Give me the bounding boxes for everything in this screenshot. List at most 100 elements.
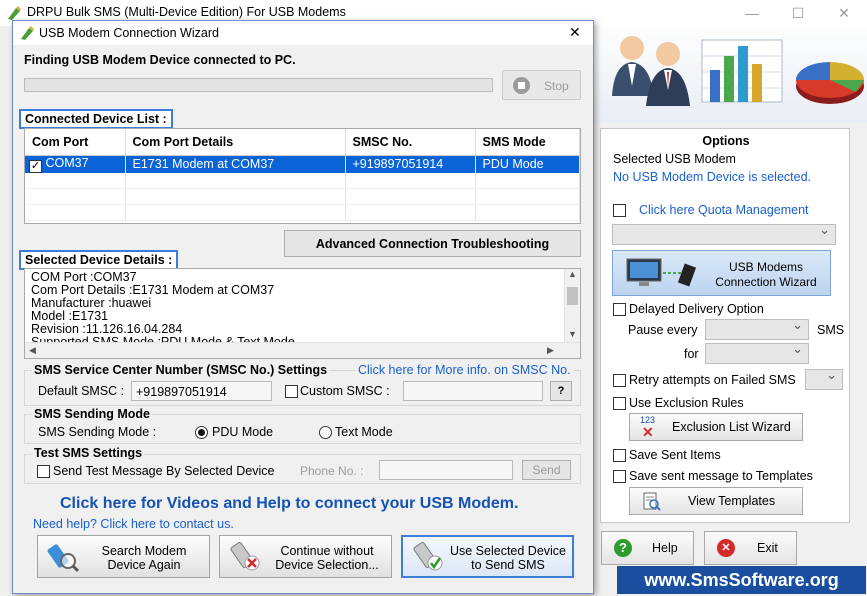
- modem-select-dropdown[interactable]: [612, 222, 836, 245]
- cell-smsc: +919897051914: [345, 155, 476, 173]
- save-templates-label: Save sent message to Templates: [629, 469, 813, 483]
- col-sms-mode[interactable]: SMS Mode: [475, 129, 580, 156]
- continue-without-icon: [228, 541, 262, 576]
- custom-smsc-label: Custom SMSC :: [300, 384, 390, 398]
- save-templates-checkbox[interactable]: [613, 470, 626, 483]
- stop-icon: [513, 77, 530, 94]
- delayed-delivery-checkbox[interactable]: [613, 303, 626, 316]
- row-checkbox[interactable]: ✓: [29, 159, 42, 173]
- text-mode-label: Text Mode: [335, 425, 393, 439]
- smsc-group-label: SMS Service Center Number (SMSC No.) Set…: [32, 363, 330, 377]
- pause-every-label: Pause every: [628, 323, 698, 337]
- col-smsc-no[interactable]: SMSC No.: [345, 129, 476, 156]
- help-icon: ?: [614, 539, 632, 557]
- text-mode-radio[interactable]: [319, 426, 332, 439]
- main-window-title: DRPU Bulk SMS (Multi-Device Edition) For…: [27, 5, 346, 19]
- details-vertical-scrollbar[interactable]: ▲ ▼: [564, 269, 580, 343]
- stop-label: Stop: [544, 79, 569, 93]
- usb-wizard-line1: USB Modems: [728, 260, 804, 274]
- device-details-box: COM Port :COM37 Com Port Details :E1731 …: [24, 268, 581, 359]
- app-icon: [6, 5, 22, 21]
- send-test-label: Send Test Message By Selected Device: [53, 464, 275, 478]
- sending-mode-group-label: SMS Sending Mode: [32, 407, 152, 421]
- cell-sms-mode: PDU Mode: [475, 155, 580, 173]
- pdu-mode-radio[interactable]: [195, 426, 208, 439]
- usb-wizard-line2: Connection Wizard: [715, 275, 817, 289]
- detail-line: Manufacturer :huawei: [31, 296, 152, 310]
- exclusion-list-wizard-button[interactable]: 123 ✕ Exclusion List Wizard: [629, 413, 803, 441]
- close-button[interactable]: ✕: [821, 0, 867, 26]
- smsc-info-link[interactable]: Click here for More info. on SMSC No.: [356, 363, 573, 377]
- templates-icon: [642, 492, 662, 515]
- usb-modems-wizard-button[interactable]: USB Modems Connection Wizard: [612, 250, 831, 296]
- use-device-line1: Use Selected Device: [449, 544, 567, 558]
- search-modem-icon: [46, 541, 80, 576]
- search-modem-line2: Device Again: [107, 558, 181, 572]
- videos-help-link[interactable]: Click here for Videos and Help to connec…: [60, 495, 518, 513]
- continue-without-line2: Device Selection...: [275, 558, 379, 572]
- website-banner[interactable]: www.SmsSoftware.org: [617, 566, 866, 594]
- smsc-help-button[interactable]: ?: [550, 381, 572, 401]
- search-modem-button[interactable]: Search Modem Device Again: [37, 535, 210, 578]
- wizard-title: USB Modem Connection Wizard: [39, 26, 219, 40]
- wizard-title-bar: USB Modem Connection Wizard ✕: [13, 21, 593, 45]
- default-smsc-field[interactable]: +919897051914: [131, 381, 272, 401]
- pdu-mode-label: PDU Mode: [212, 425, 274, 439]
- phone-no-field[interactable]: [379, 460, 513, 480]
- retry-label: Retry attempts on Failed SMS: [629, 373, 796, 387]
- col-com-port-details[interactable]: Com Port Details: [125, 129, 346, 156]
- quota-checkbox[interactable]: [613, 204, 626, 217]
- exclusion-checkbox[interactable]: [613, 397, 626, 410]
- use-selected-device-button[interactable]: Use Selected Device to Send SMS: [401, 535, 574, 578]
- usb-modem-icon: [625, 257, 705, 292]
- test-sms-group-label: Test SMS Settings: [32, 446, 145, 460]
- cell-com-port: COM37: [45, 155, 89, 170]
- send-test-checkbox[interactable]: [37, 465, 50, 478]
- exit-icon: ✕: [717, 539, 735, 557]
- stop-button[interactable]: Stop: [502, 70, 581, 100]
- use-device-icon: [411, 541, 445, 576]
- default-smsc-label: Default SMSC :: [38, 384, 125, 398]
- help-button[interactable]: ? Help: [601, 531, 694, 565]
- details-horizontal-scrollbar[interactable]: ◀ ▶: [25, 342, 580, 358]
- exclusion-rules-label: Use Exclusion Rules: [629, 396, 744, 410]
- minimize-button[interactable]: —: [729, 0, 775, 26]
- options-title: Options: [702, 134, 750, 148]
- maximize-button[interactable]: ☐: [775, 0, 821, 26]
- pause-every-dropdown[interactable]: [705, 317, 809, 340]
- for-label: for: [684, 347, 699, 361]
- search-progress-bar: [24, 78, 493, 92]
- custom-smsc-checkbox[interactable]: [285, 385, 298, 398]
- search-modem-line1: Search Modem: [101, 544, 187, 558]
- delayed-delivery-label: Delayed Delivery Option: [629, 302, 764, 316]
- selected-device-details-label: Selected Device Details :: [19, 250, 179, 270]
- retry-checkbox[interactable]: [613, 374, 626, 387]
- device-table: Com Port Com Port Details SMSC No. SMS M…: [24, 128, 581, 224]
- connected-device-list-label: Connected Device List :: [19, 109, 173, 129]
- sending-mode-field-label: SMS Sending Mode :: [38, 425, 157, 439]
- send-test-button[interactable]: Send: [522, 460, 571, 480]
- continue-without-line1: Continue without: [280, 544, 374, 558]
- custom-smsc-field[interactable]: [403, 381, 543, 401]
- no-modem-status: No USB Modem Device is selected.: [613, 170, 811, 184]
- exit-button[interactable]: ✕ Exit: [704, 531, 797, 565]
- use-device-line2: to Send SMS: [471, 558, 545, 572]
- banner-graphic: [594, 26, 867, 122]
- help-label: Help: [652, 541, 678, 555]
- view-templates-button[interactable]: View Templates: [629, 487, 803, 515]
- pause-duration-dropdown[interactable]: [705, 341, 809, 364]
- exit-label: Exit: [757, 541, 778, 555]
- quota-management-link[interactable]: Click here Quota Management: [639, 203, 809, 217]
- advanced-troubleshooting-button[interactable]: Advanced Connection Troubleshooting: [284, 230, 581, 257]
- view-templates-label: View Templates: [688, 494, 776, 508]
- sms-unit-label: SMS: [817, 323, 845, 337]
- col-com-port[interactable]: Com Port: [25, 129, 126, 156]
- table-row[interactable]: ✓ COM37 E1731 Modem at COM37 +9198970519…: [25, 155, 580, 173]
- exclusion-icon: ✕: [642, 424, 654, 440]
- continue-without-device-button[interactable]: Continue without Device Selection...: [219, 535, 392, 578]
- retry-count-dropdown[interactable]: [805, 367, 843, 390]
- save-sent-checkbox[interactable]: [613, 449, 626, 462]
- cell-com-port-details: E1731 Modem at COM37: [125, 155, 346, 173]
- contact-us-link[interactable]: Need help? Click here to contact us.: [33, 517, 234, 531]
- wizard-close-icon[interactable]: ✕: [569, 24, 581, 41]
